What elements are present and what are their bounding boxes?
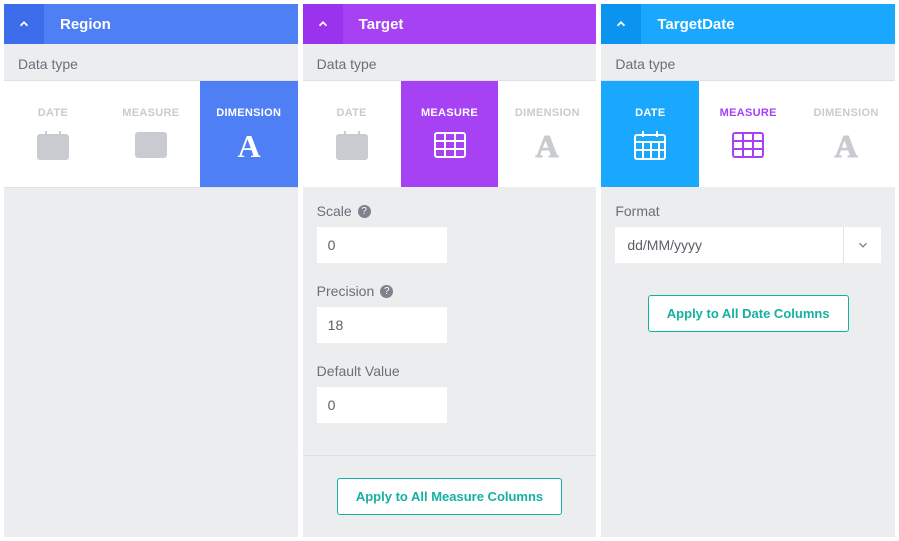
collapse-toggle[interactable]	[4, 4, 44, 44]
scale-label: Scale?	[317, 203, 583, 219]
apply-all-date-button[interactable]: Apply to All Date Columns	[648, 295, 849, 332]
target-form: Scale? Precision? Default Value	[303, 187, 597, 445]
help-icon[interactable]: ?	[358, 205, 371, 218]
panel-header-target: Target	[303, 4, 597, 44]
format-value: dd/MM/yyyy	[615, 237, 843, 253]
chevron-down-icon	[843, 227, 881, 263]
type-option-dimension[interactable]: DIMENSION A	[200, 81, 298, 187]
default-value-input[interactable]	[317, 387, 447, 423]
data-type-options: DATE MEASURE DIMENSION A	[601, 81, 895, 187]
svg-text:A: A	[536, 129, 559, 161]
type-option-measure[interactable]: MEASURE	[699, 81, 797, 187]
targetdate-form: Format dd/MM/yyyy	[601, 187, 895, 273]
type-option-date[interactable]: DATE	[601, 81, 699, 187]
scale-input[interactable]	[317, 227, 447, 263]
panel-title: Region	[44, 16, 111, 33]
precision-input[interactable]	[317, 307, 447, 343]
type-option-date[interactable]: DATE	[303, 81, 401, 187]
data-type-label: Data type	[4, 44, 298, 81]
chevron-up-icon	[316, 17, 330, 31]
panel-header-region: Region	[4, 4, 298, 44]
type-option-dimension[interactable]: DIMENSION A	[797, 81, 895, 187]
panel-target: Target Data type DATE MEASURE DIMENSION …	[303, 4, 597, 537]
grid-icon	[433, 129, 467, 161]
letter-a-icon: A	[530, 129, 564, 161]
type-option-dimension[interactable]: DIMENSION A	[498, 81, 596, 187]
calendar-icon	[633, 129, 667, 161]
format-label: Format	[615, 203, 881, 219]
letter-a-icon: A	[232, 129, 266, 161]
collapse-toggle[interactable]	[601, 4, 641, 44]
data-type-label: Data type	[303, 44, 597, 81]
panel-header-targetdate: TargetDate	[601, 4, 895, 44]
data-type-options: DATE MEASURE DIMENSION A	[303, 81, 597, 187]
type-option-date[interactable]: DATE	[4, 81, 102, 187]
collapse-toggle[interactable]	[303, 4, 343, 44]
apply-all-measure-button[interactable]: Apply to All Measure Columns	[337, 478, 562, 515]
help-icon[interactable]: ?	[380, 285, 393, 298]
chevron-up-icon	[614, 17, 628, 31]
precision-label: Precision?	[317, 283, 583, 299]
data-type-options: DATE MEASURE DIMENSION A	[4, 81, 298, 187]
letter-a-icon: A	[829, 129, 863, 161]
grid-icon	[731, 129, 765, 161]
type-option-measure[interactable]: MEASURE	[401, 81, 499, 187]
panel-region: Region Data type DATE MEASURE DIMENSION …	[4, 4, 298, 537]
default-value-label: Default Value	[317, 363, 583, 379]
type-option-measure[interactable]: MEASURE	[102, 81, 200, 187]
svg-text:A: A	[237, 129, 260, 161]
panel-targetdate: TargetDate Data type DATE MEASURE DIMENS…	[601, 4, 895, 537]
format-select[interactable]: dd/MM/yyyy	[615, 227, 881, 263]
calendar-icon	[335, 129, 369, 161]
data-type-label: Data type	[601, 44, 895, 81]
empty-strip	[4, 187, 298, 227]
chevron-up-icon	[17, 17, 31, 31]
calendar-icon	[36, 129, 70, 161]
grid-icon	[134, 129, 168, 161]
svg-text:A: A	[835, 129, 858, 161]
panel-title: Target	[343, 16, 404, 33]
panel-title: TargetDate	[641, 16, 734, 33]
